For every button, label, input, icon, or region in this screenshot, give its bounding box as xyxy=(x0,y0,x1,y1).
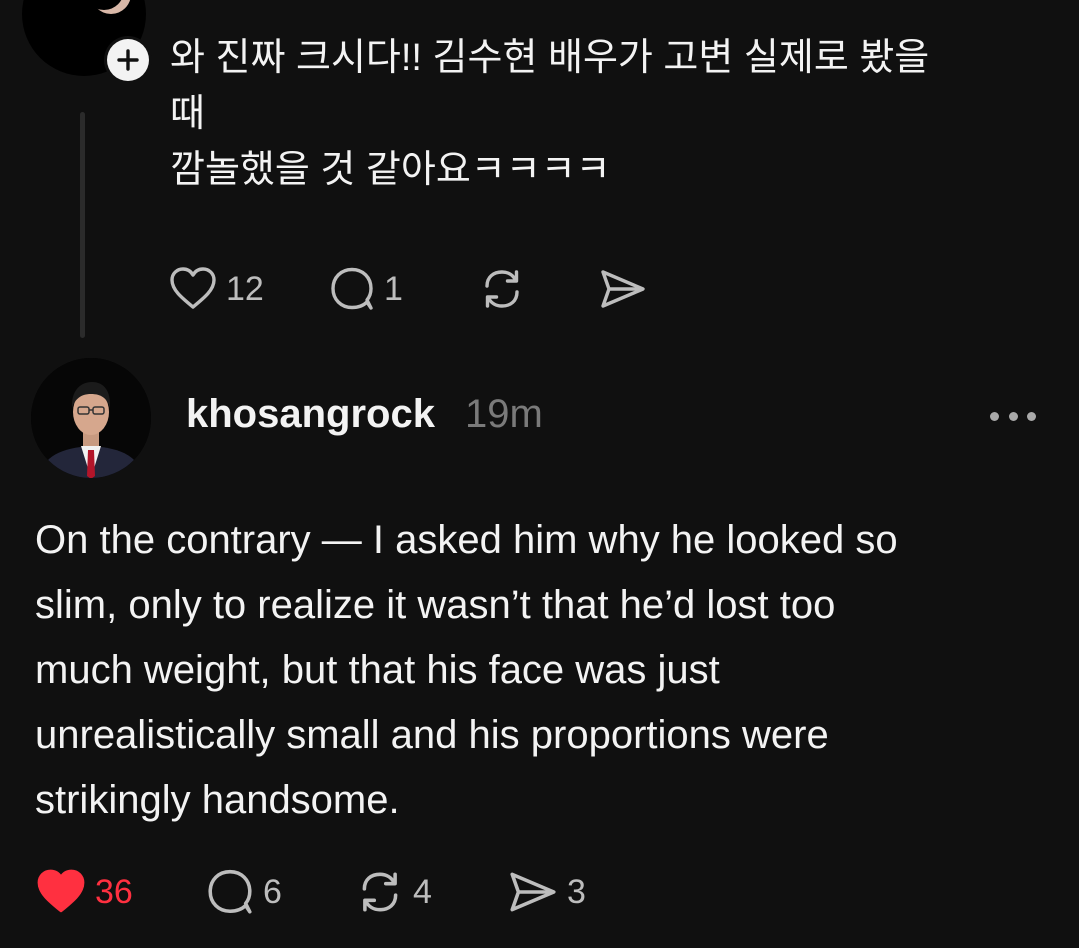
like-button[interactable]: 12 xyxy=(168,266,328,312)
reply-text-line: 와 진짜 크시다!! 김수현 배우가 고변 실제로 봤을 xyxy=(170,37,930,79)
moon-avatar-image xyxy=(84,0,124,10)
repost-arrows-icon xyxy=(485,270,519,308)
reply-count: 6 xyxy=(263,872,282,911)
repost-button[interactable] xyxy=(478,266,598,312)
reply-text-line: 때 xyxy=(170,93,205,135)
post-actions: 36 6 4 3 xyxy=(35,862,586,922)
repost-button[interactable]: 4 xyxy=(355,868,507,916)
post-text-line: On the contrary — I asked him why he loo… xyxy=(35,518,898,562)
post-text-line: strikingly handsome. xyxy=(35,778,400,822)
follow-button[interactable] xyxy=(104,36,152,84)
heart-outline-icon xyxy=(170,267,216,309)
reply-post-text: 와 진짜 크시다!! 김수현 배우가 고변 실제로 봤을 때 깜놀했을 것 같아… xyxy=(170,30,1050,198)
post-username[interactable]: khosangrock xyxy=(186,392,435,437)
author-portrait-image xyxy=(31,358,151,478)
like-count: 36 xyxy=(95,872,133,911)
comment-bubble-icon xyxy=(331,267,373,310)
repost-count: 4 xyxy=(413,872,432,911)
like-count: 12 xyxy=(226,269,264,308)
comment-bubble-icon xyxy=(208,869,252,914)
share-button[interactable] xyxy=(598,266,648,312)
post-body: On the contrary — I asked him why he loo… xyxy=(35,508,1045,833)
reply-text-line: 깜놀했을 것 같아요ㅋㅋㅋㅋ xyxy=(170,149,611,191)
post-text-line: much weight, but that his face was just xyxy=(35,648,720,692)
repost-arrows-icon xyxy=(362,872,398,912)
more-dots-icon xyxy=(990,411,999,421)
reply-button[interactable]: 6 xyxy=(205,868,355,916)
heart-filled-icon xyxy=(37,869,85,913)
more-dots-icon xyxy=(1027,411,1036,421)
share-button[interactable]: 3 xyxy=(507,868,586,916)
post-text-line: slim, only to realize it wasn’t that he’… xyxy=(35,583,836,627)
post-text-line: unrealistically small and his proportion… xyxy=(35,713,829,757)
reply-button[interactable]: 1 xyxy=(328,266,478,312)
share-count: 3 xyxy=(567,872,586,911)
more-options-button[interactable] xyxy=(990,402,1036,430)
like-button[interactable]: 36 xyxy=(35,868,205,916)
post-timestamp: 19m xyxy=(465,392,543,436)
more-dots-icon xyxy=(1008,411,1018,421)
send-arrow-icon xyxy=(601,270,645,308)
plus-icon xyxy=(107,39,149,81)
author-avatar[interactable] xyxy=(31,358,151,478)
reply-post-actions: 12 1 xyxy=(168,262,648,316)
thread-line xyxy=(80,112,85,338)
reply-count: 1 xyxy=(384,269,403,308)
send-arrow-icon xyxy=(510,872,556,912)
